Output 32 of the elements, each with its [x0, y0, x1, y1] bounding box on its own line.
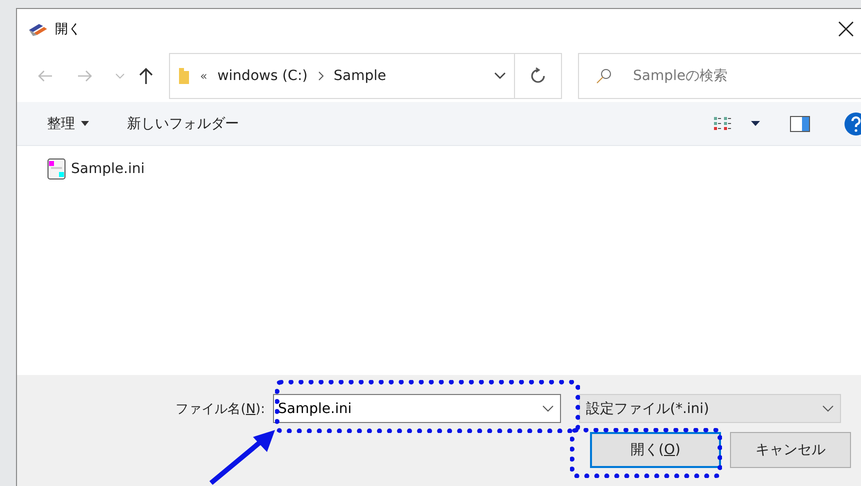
open-button[interactable]: 開く(O)	[590, 432, 721, 468]
overflow-chevron[interactable]: «	[200, 68, 208, 82]
window-title: 開く	[55, 21, 82, 38]
refresh-icon	[529, 66, 547, 84]
breadcrumb[interactable]: Sample	[334, 68, 386, 84]
search-icon	[596, 68, 612, 84]
chevron-down-icon[interactable]	[542, 405, 554, 412]
file-icon	[47, 158, 67, 180]
dropdown-icon[interactable]	[494, 72, 506, 80]
left-arrow-icon	[37, 70, 53, 82]
cancel-button[interactable]: キャンセル	[730, 432, 851, 468]
breadcrumb[interactable]: windows (C:)	[217, 68, 308, 84]
chevron-down-icon	[822, 405, 834, 412]
pane-icon	[790, 116, 810, 132]
caret-icon	[751, 121, 760, 126]
chevron-down-icon	[115, 72, 125, 78]
filename-field[interactable]: Sample.ini	[273, 394, 561, 423]
search-field[interactable]: Sampleの検索	[578, 52, 861, 98]
file-type-dropdown[interactable]: 設定ファイル(*.ini)	[579, 394, 841, 423]
address-bar[interactable]: « windows (C:) Sample	[169, 52, 515, 98]
close-icon	[838, 21, 854, 37]
filename-label: ファイル名(N):	[174, 400, 266, 418]
up-arrow-icon	[139, 66, 153, 84]
app-icon	[27, 21, 49, 37]
organize-menu[interactable]: 整理	[43, 110, 93, 136]
caret-icon	[81, 121, 89, 126]
chevron-icon	[318, 70, 324, 80]
file-item[interactable]: Sample.ini	[45, 158, 147, 180]
right-arrow-icon	[77, 70, 93, 82]
new-folder-button[interactable]: 新しいフォルダー	[123, 110, 243, 136]
folder-icon	[178, 66, 190, 84]
refresh-button[interactable]	[515, 52, 562, 98]
